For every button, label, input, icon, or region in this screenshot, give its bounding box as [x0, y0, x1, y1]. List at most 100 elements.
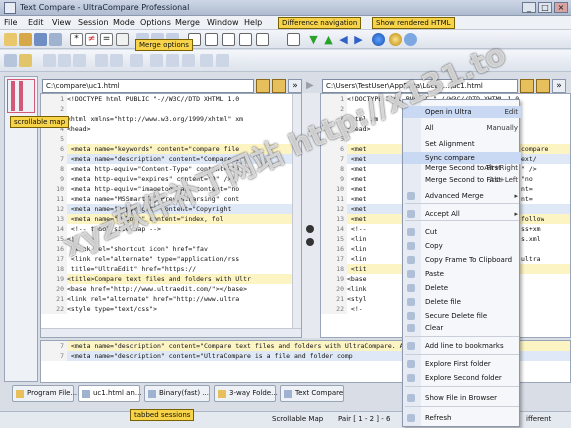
split-vertical-icon[interactable] [222, 33, 235, 46]
code-line[interactable]: 9 <meta http-equiv="expires" content="0"… [41, 174, 301, 184]
menu-item-top-5[interactable]: Merge Second to First Alt+Left [403, 174, 521, 186]
menu-item[interactable]: Copy [403, 240, 521, 252]
code-line[interactable]: 7 <meta name="description" content="Comp… [41, 154, 301, 164]
maximize-button[interactable]: □ [538, 2, 552, 13]
code-line[interactable]: 8 <meta http-equiv="Content-Type" conten… [41, 164, 301, 174]
right-browse-icon[interactable] [520, 79, 534, 93]
undo-merge-icon[interactable] [150, 54, 163, 67]
merge-options-icon[interactable] [182, 54, 195, 67]
redo-merge-icon[interactable] [166, 54, 179, 67]
help-icon[interactable] [404, 33, 417, 46]
right-expand-icon[interactable]: » [552, 79, 566, 93]
tab-uc1-html[interactable]: uc1.html an... [78, 385, 142, 402]
tab-program-files[interactable]: Program File... [12, 385, 77, 402]
panel-icon[interactable] [256, 33, 269, 46]
menu-file[interactable]: File [4, 18, 17, 27]
menu-item-top-1[interactable]: All Manually [403, 122, 521, 134]
code-line[interactable]: 4 <head> [41, 124, 301, 134]
left-browse-icon[interactable] [256, 79, 270, 93]
asterisk-icon[interactable]: * [70, 33, 83, 46]
next-diff-icon[interactable]: ◀ [337, 33, 350, 46]
merge-extra-icon[interactable] [200, 54, 213, 67]
merge-extra2-icon[interactable] [216, 54, 229, 67]
menu-options[interactable]: Options [140, 18, 171, 27]
equal-icon[interactable]: = [100, 33, 113, 46]
ignore-icon[interactable] [116, 33, 129, 46]
code-line[interactable]: 12 <meta name="copyright" content="Copyr… [41, 204, 301, 214]
left-path-field[interactable]: C:\compare\uc1.html [42, 79, 254, 93]
merge-all-right-icon[interactable] [95, 54, 108, 67]
left-expand-icon[interactable]: » [288, 79, 302, 93]
menu-item[interactable]: Explore First folder [403, 358, 521, 370]
merge-line-icon[interactable] [130, 54, 143, 67]
minimize-button[interactable]: _ [522, 2, 536, 13]
menu-item[interactable]: Accept All ▸ [403, 208, 521, 220]
merge-block-icon[interactable] [110, 54, 123, 67]
code-line[interactable]: 1<!DOCTYPE html PUBLIC "-//W3C//DTD XHTM… [41, 94, 301, 104]
tab-binary-fast[interactable]: Binary(fast) ... [144, 385, 210, 402]
left-vertical-scrollbar[interactable] [292, 94, 301, 330]
code-line[interactable]: 19 <title>Compare text files and folders … [41, 274, 301, 284]
menu-item[interactable]: Secure Delete file [403, 310, 521, 322]
code-line[interactable]: 18 title="UltraEdit" href="https:// [41, 264, 301, 274]
menu-item[interactable]: Explore Second folder [403, 372, 521, 384]
menu-item[interactable]: Refresh [403, 412, 521, 424]
menu-item[interactable]: Copy Frame To Clipboard [403, 254, 521, 266]
settings-icon[interactable] [389, 33, 402, 46]
menu-item[interactable]: Add line to bookmarks [403, 340, 521, 352]
code-line[interactable]: 16 <link rel="shortcut icon" href="fav [41, 244, 301, 254]
menu-item[interactable]: Delete [403, 282, 521, 294]
grid-icon[interactable] [287, 33, 300, 46]
menu-item[interactable]: Cut [403, 226, 521, 238]
menu-view[interactable]: View [52, 18, 71, 27]
swap-icon[interactable]: ▶ [306, 80, 316, 92]
tab-text-compare[interactable]: Text Compare [280, 385, 344, 402]
code-line[interactable]: 5 [41, 134, 301, 144]
code-line[interactable]: 6 <meta name="keywords" content="compare… [41, 144, 301, 154]
split-horizontal-icon[interactable] [205, 33, 218, 46]
save-icon[interactable] [34, 33, 47, 46]
last-diff-icon[interactable]: ▶ [352, 33, 365, 46]
menu-item[interactable]: Delete file [403, 296, 521, 308]
menu-edit[interactable]: Edit [28, 18, 44, 27]
right-folder-icon[interactable] [536, 79, 550, 93]
code-line[interactable]: 13 <meta name="robots" content="index, f… [41, 214, 301, 224]
print-icon[interactable] [49, 33, 62, 46]
menu-help[interactable]: Help [244, 18, 262, 27]
menu-item-top-4[interactable]: Merge Second to First Alt+Right [403, 162, 521, 174]
menu-item[interactable]: Clear [403, 322, 521, 334]
code-line[interactable]: 17 <link rel="alternate" type="applicati… [41, 254, 301, 264]
prev-diff-icon[interactable]: ▲ [322, 33, 335, 46]
left-folder-icon[interactable] [272, 79, 286, 93]
code-line[interactable]: 14 <!-- todo: site map --> [41, 224, 301, 234]
merge-right-icon[interactable] [58, 54, 71, 67]
open-icon[interactable] [19, 54, 32, 67]
menu-item[interactable]: Advanced Merge ▸ [403, 190, 521, 202]
map-viewport[interactable] [7, 79, 35, 113]
menu-item-top-0[interactable]: Open in Ultra Edit [403, 106, 521, 118]
code-line[interactable]: 15 <! [41, 234, 301, 244]
close-button[interactable]: × [554, 2, 568, 13]
code-line[interactable]: 2 [41, 104, 301, 114]
merge-left-icon[interactable] [43, 54, 56, 67]
code-line[interactable]: 20 <base href="http://www.ultraedit.com/"… [41, 284, 301, 294]
refresh-icon[interactable] [4, 54, 17, 67]
not-equal-icon[interactable]: ≠ [85, 33, 98, 46]
code-line[interactable]: 22 <style type="text/css"> [41, 304, 301, 314]
right-path-field[interactable]: C:\Users\TestUser\AppData\Local\...\uc1.… [322, 79, 518, 93]
merge-all-left-icon[interactable] [73, 54, 86, 67]
menu-window[interactable]: Window [207, 18, 239, 27]
code-line[interactable]: 11 <meta name="MSSmartTagsPreventParsing… [41, 194, 301, 204]
menu-merge[interactable]: Merge [175, 18, 200, 27]
open-folder-icon[interactable] [19, 33, 32, 46]
menu-session[interactable]: Session [78, 18, 109, 27]
tab-3way-folder[interactable]: 3-way Folde... [214, 385, 278, 402]
code-line[interactable]: 10 <meta http-equiv="imagetoolbar" conte… [41, 184, 301, 194]
three-pane-icon[interactable] [239, 33, 252, 46]
menu-item[interactable]: Paste [403, 268, 521, 280]
menu-item-top-2[interactable]: Set Alignment [403, 138, 521, 150]
left-editor-pane[interactable]: 1 <!DOCTYPE html PUBLIC "-//W3C//DTD XHTM… [40, 93, 302, 338]
first-diff-icon[interactable]: ▼ [307, 33, 320, 46]
menu-mode[interactable]: Mode [113, 18, 135, 27]
code-line[interactable]: 3<html xmlns="http://www.w3.org/1999/xht… [41, 114, 301, 124]
